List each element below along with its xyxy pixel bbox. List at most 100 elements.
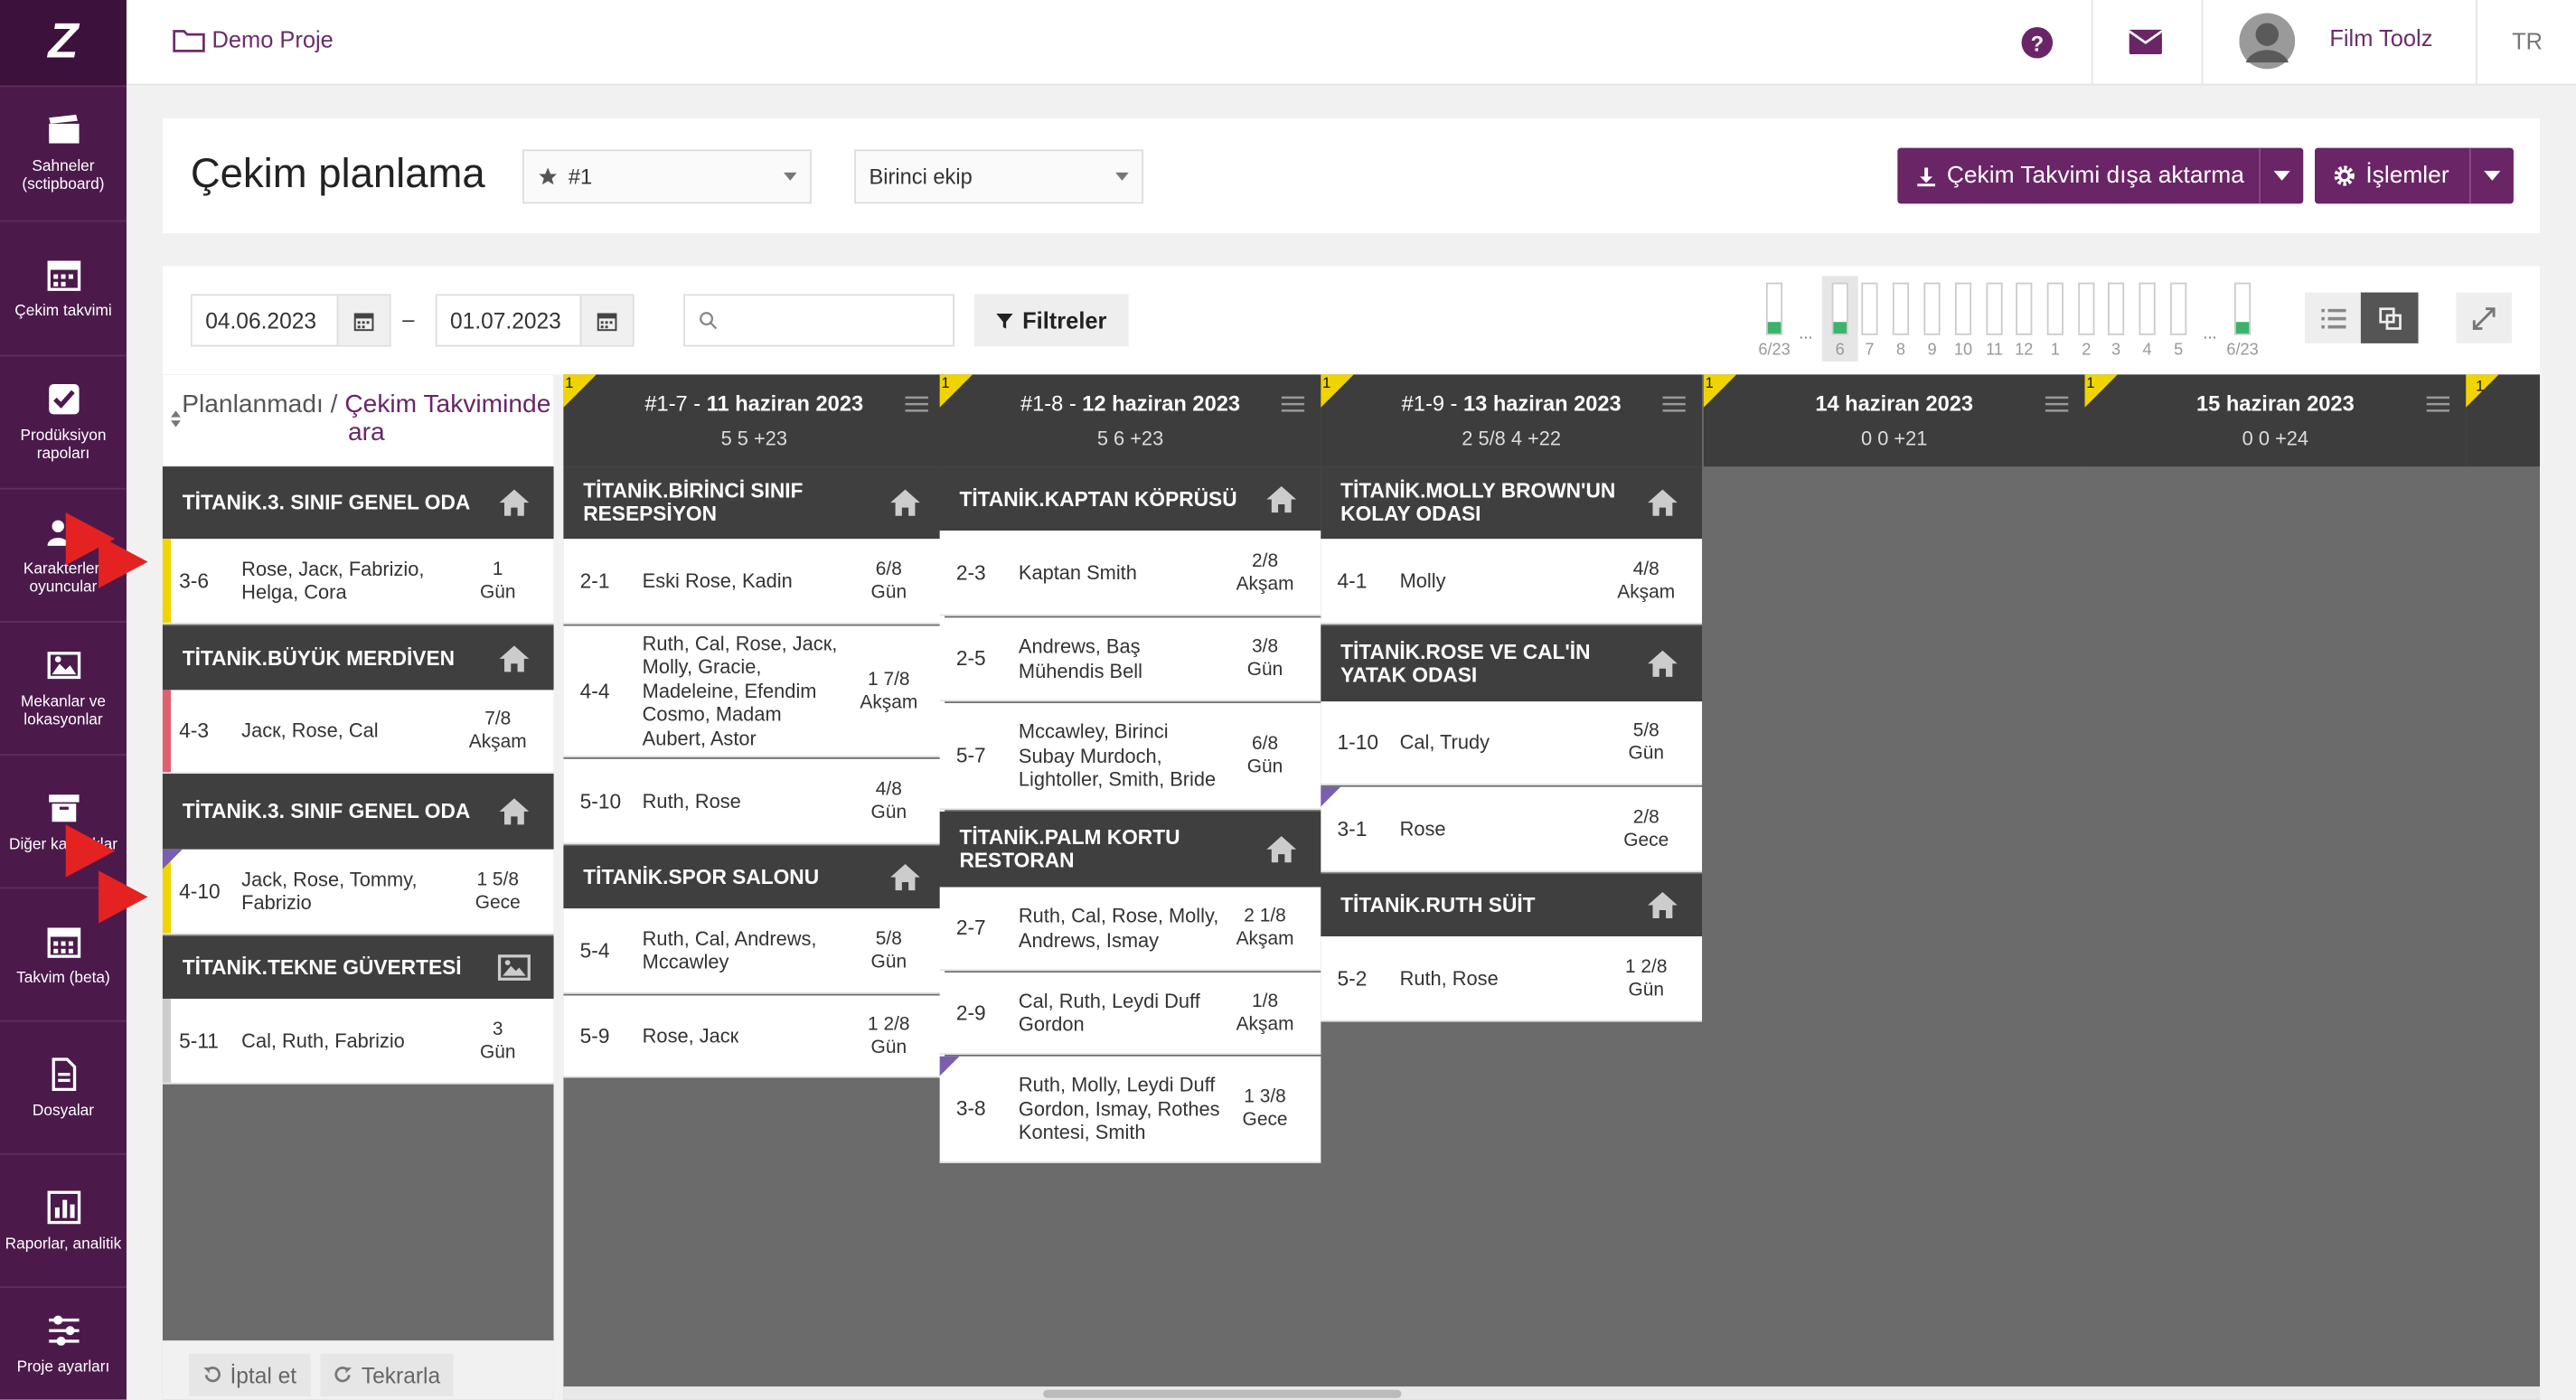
day-bar[interactable] — [1923, 282, 1941, 335]
home-icon — [1648, 489, 1678, 516]
repeat-label: Tekrarla — [361, 1362, 441, 1387]
day-bar[interactable] — [2046, 282, 2064, 335]
sidebar-item-locations[interactable]: Mekanlar ve lokasyonlar — [0, 621, 127, 754]
project-name: Demo Proje — [212, 26, 334, 53]
sliders-icon[interactable] — [905, 394, 928, 414]
scene-length: 1 5/8 Gece — [475, 869, 521, 913]
project-link[interactable]: Demo Proje — [173, 26, 334, 52]
avatar[interactable] — [2239, 13, 2296, 70]
expand-icon — [2472, 306, 2496, 330]
language-switch[interactable]: TR — [2512, 28, 2543, 54]
check-icon — [48, 384, 79, 415]
scene-card[interactable]: 5-9 Rose, Jacк 1 2/8 Gün — [563, 995, 945, 1078]
day-header[interactable]: 1 #1-8 - 12 haziran 2023 5 6 +23 — [939, 374, 1321, 467]
operations-dropdown-toggle[interactable] — [2468, 147, 2514, 204]
day-bar[interactable] — [1892, 282, 1910, 335]
scene-card[interactable]: 5-2 Ruth, Rose 1 2/8 Gün — [1321, 936, 1703, 1022]
day-bar[interactable] — [2170, 282, 2187, 335]
folder-icon — [173, 29, 205, 52]
export-button[interactable]: Çekim Takvimi dışa aktarma — [1897, 147, 2304, 204]
home-icon — [499, 489, 530, 516]
search-input[interactable] — [683, 294, 955, 347]
sidebar-item-label: Proje ayarları — [16, 1358, 110, 1377]
day-bar-label: 6/23 — [2226, 342, 2259, 361]
set-header: TİTANİK.BİRİNCİ SINIF RESEPSİYON — [563, 466, 945, 540]
scene-card[interactable]: 5-4 Ruth, Cal, Andrews, Mccawley 5/8 Gün — [563, 908, 945, 994]
day-bar[interactable] — [1986, 282, 2003, 335]
home-icon — [1648, 650, 1678, 677]
repeat-button[interactable]: Tekrarla — [320, 1353, 454, 1396]
calendar-icon[interactable] — [579, 296, 633, 345]
day-header[interactable]: 1 #1-7 - 11 haziran 2023 5 5 +23 — [563, 374, 945, 467]
sliders-icon[interactable] — [1281, 394, 1305, 414]
set-header: TİTANİK.3. SINIF GENEL ODA — [162, 466, 554, 540]
sliders-icon[interactable] — [2045, 394, 2069, 414]
list-view-button[interactable] — [2305, 292, 2361, 343]
sidebar-item-shooting-schedule[interactable]: Çekim takvimi — [0, 220, 127, 353]
undo-icon — [203, 1367, 221, 1383]
scene-card[interactable]: 3-8 Ruth, Molly, Leydi Duff Gordon, Ismay… — [939, 1056, 1321, 1163]
scene-card[interactable]: 2-5 Andrews, Baş Mühendis Bell 3/8 Gün — [939, 617, 1321, 702]
day-bar[interactable] — [1861, 282, 1878, 335]
scene-card[interactable]: 3-6 Rose, Jacк, Fabrizio, Helga, Cora 1G… — [162, 539, 554, 625]
day-bar[interactable] — [1954, 282, 1972, 335]
unplanned-header: Planlanmadı / Çekim Takviminde ara — [162, 374, 554, 467]
scene-card[interactable]: 2-9 Cal, Ruth, Leydi Duff Gordon 1/8 Akşam — [939, 972, 1321, 1055]
ellipsis: ... — [2203, 324, 2217, 343]
scene-card[interactable]: 4-3 Jacк, Rose, Cal 7/8 Akşam — [162, 690, 554, 775]
scene-number: 3-6 — [179, 568, 209, 593]
schedule-select[interactable]: #1 — [522, 149, 812, 204]
set-header: TİTANİK.3. SINIF GENEL ODA — [162, 774, 554, 850]
day-header[interactable]: 1 15 haziran 2023 0 0 +24 — [2084, 374, 2467, 467]
day-header[interactable]: 1 #1-9 - 13 haziran 2023 2 5/8 4 +22 — [1321, 374, 1703, 467]
scene-card[interactable]: 2-3 Kaptan Smith 2/8 Akşam — [939, 531, 1321, 616]
sidebar-item-scenes[interactable]: Sahneler (sctipboard) — [0, 85, 127, 219]
day-bar[interactable] — [2233, 282, 2252, 335]
search-in-schedule-link[interactable]: Çekim Takviminde ara — [344, 391, 550, 447]
day-bar[interactable] — [1765, 282, 1783, 335]
scene-card[interactable]: 2-1 Eski Rose, Kadin 6/8 Gün — [563, 539, 945, 625]
user-name[interactable]: Film Toolz — [2329, 24, 2432, 51]
export-dropdown-toggle[interactable] — [2259, 147, 2303, 204]
sidebar-item-production-reports[interactable]: Prodüksiyon rapoları — [0, 354, 127, 488]
sliders-icon[interactable] — [2426, 394, 2450, 414]
day-bar[interactable] — [2107, 282, 2125, 335]
crew-select[interactable]: Birinci ekip — [854, 149, 1144, 204]
sliders-icon[interactable] — [1662, 394, 1686, 414]
filters-label: Filtreler — [1022, 306, 1107, 334]
fullscreen-button[interactable] — [2456, 292, 2513, 343]
scene-card[interactable]: 4-4 Ruth, Cal, Rose, Jacк, Molly, Gracie,… — [563, 625, 945, 757]
day-bar[interactable] — [2139, 282, 2156, 335]
calendar-icon[interactable] — [336, 296, 390, 345]
mail-icon[interactable] — [2129, 29, 2162, 54]
board-view-button[interactable] — [2360, 292, 2419, 343]
day-bar[interactable] — [1831, 282, 1848, 335]
sidebar-item-label: Sahneler (sctipboard) — [22, 157, 105, 194]
scene-card[interactable]: 4-10 Jack, Rose, Tommy, Fabrizio 1 5/8 Ge… — [162, 849, 554, 935]
scene-card[interactable]: 3-1 Rose 2/8 Gece — [1321, 786, 1703, 873]
app-logo[interactable]: Z — [0, 0, 127, 86]
next-day-stub[interactable]: 1 — [2466, 374, 2541, 467]
sort-icon[interactable] — [171, 410, 181, 428]
ellipsis: ... — [1799, 324, 1813, 343]
horizontal-scrollbar[interactable] — [563, 1386, 2541, 1400]
operations-button[interactable]: İşlemler — [2314, 147, 2514, 204]
scene-card[interactable]: 1-10 Cal, Trudy 5/8 Gün — [1321, 701, 1703, 785]
day-bar[interactable] — [2078, 282, 2095, 335]
scene-card[interactable]: 5-10 Ruth, Rose 4/8 Gün — [563, 758, 945, 845]
scene-card[interactable]: 4-1 Molly 4/8 Akşam — [1321, 539, 1703, 625]
scene-card[interactable]: 5-11 Cal, Ruth, Fabrizio 3 Gün — [162, 999, 554, 1085]
date-from-input[interactable]: 04.06.2023 — [190, 294, 391, 347]
scene-card[interactable]: 2-7 Ruth, Cal, Rose, Molly, Andrews, Isma… — [939, 887, 1321, 972]
day-header[interactable]: 1 14 haziran 2023 0 0 +21 — [1703, 374, 2085, 467]
scene-card[interactable]: 5-7 Mccawley, Birinci Subay Murdoch, Ligh… — [939, 702, 1321, 811]
sidebar-item-project-settings[interactable]: Proje ayarları — [0, 1286, 127, 1399]
help-icon[interactable]: ? — [2021, 26, 2054, 59]
sidebar-item-files[interactable]: Dosyalar — [0, 1019, 127, 1153]
sidebar-item-reports[interactable]: Raporlar, analitik — [0, 1152, 127, 1286]
scrollbar-thumb[interactable] — [1043, 1389, 1402, 1398]
cancel-button[interactable]: İptal et — [189, 1353, 310, 1396]
day-bar[interactable] — [2016, 282, 2033, 335]
date-to-input[interactable]: 01.07.2023 — [435, 294, 635, 347]
filters-button[interactable]: Filtreler — [973, 294, 1129, 347]
